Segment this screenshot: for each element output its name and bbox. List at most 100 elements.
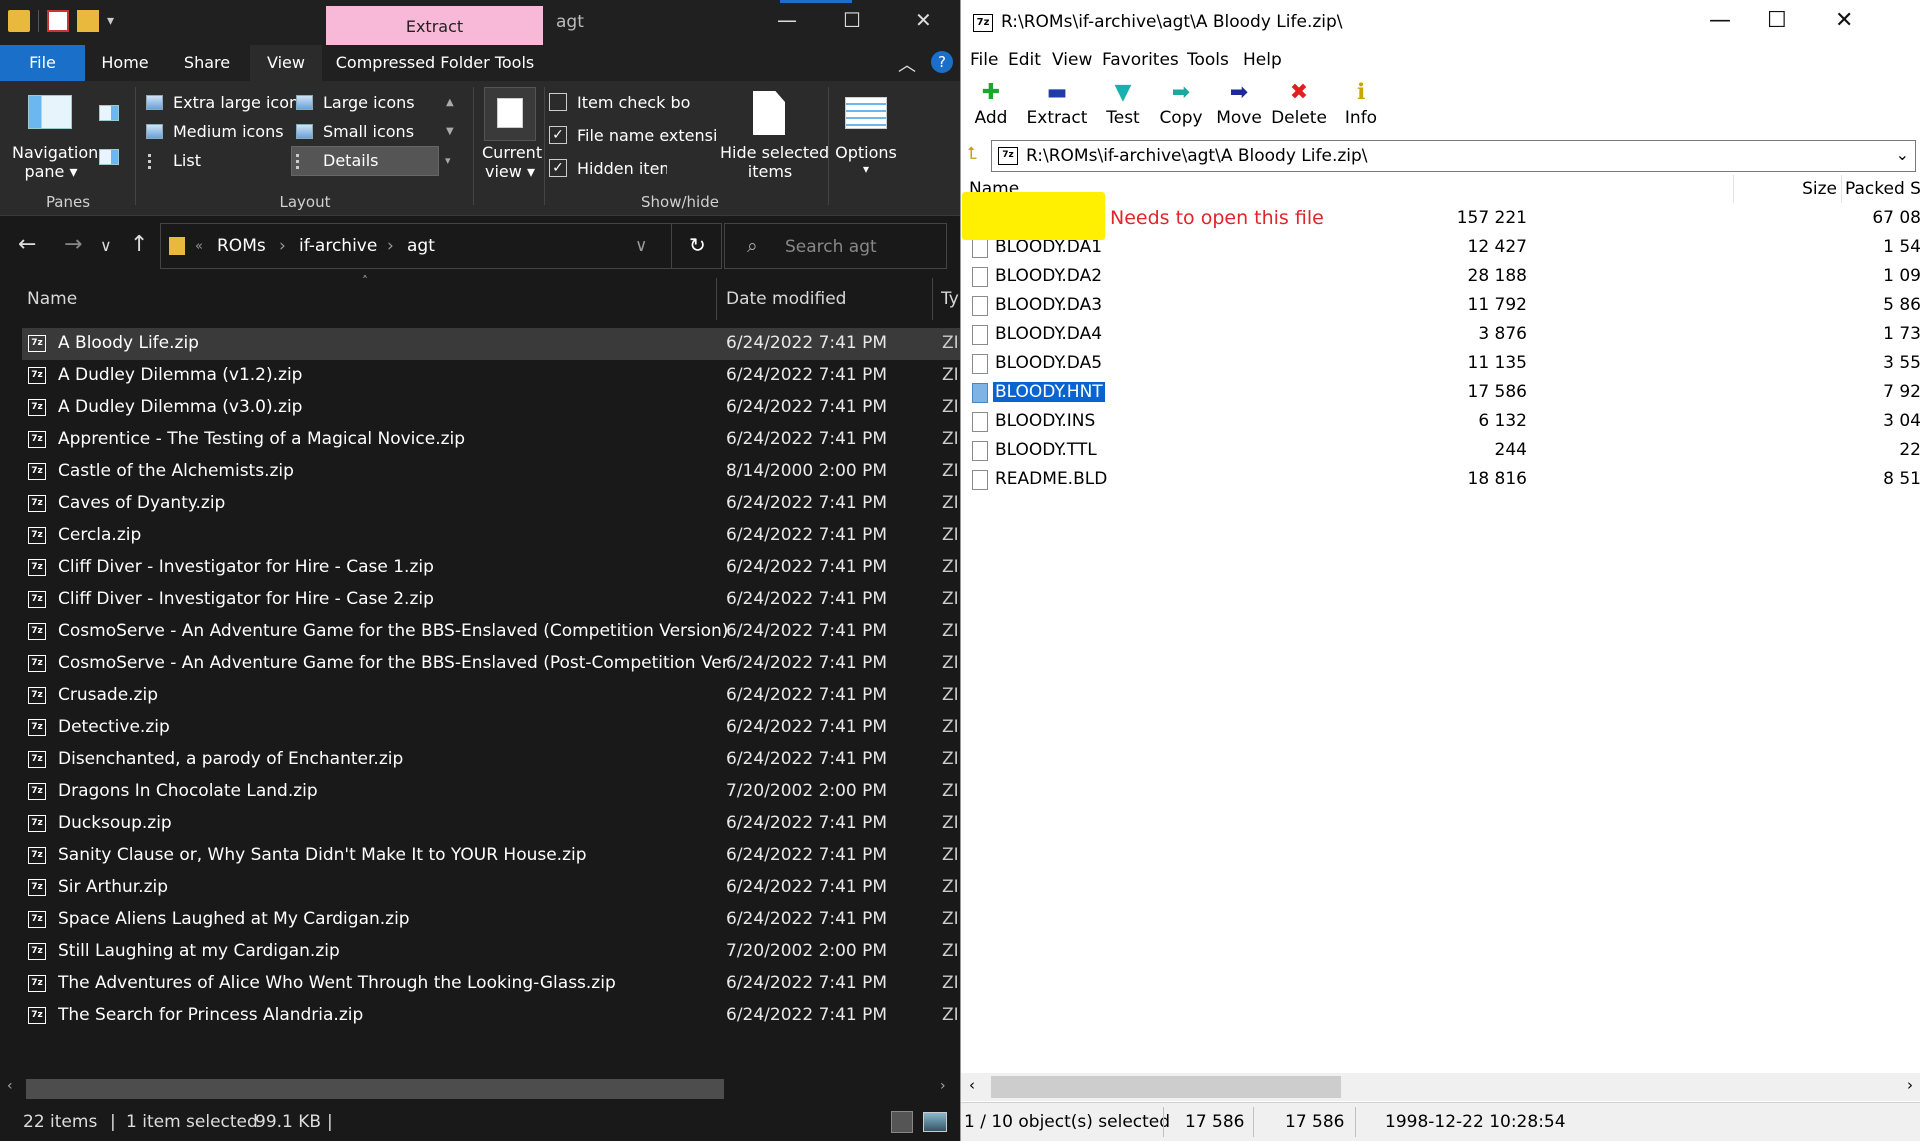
tab-share[interactable]: Share bbox=[172, 45, 242, 81]
table-row[interactable]: 7z Apprentice - The Testing of a Magical … bbox=[22, 424, 960, 456]
path-dropdown-icon[interactable]: ⌄ bbox=[1896, 145, 1909, 164]
table-row[interactable]: 7z Cliff Diver - Investigator for Hire - … bbox=[22, 552, 960, 584]
scroll-right-icon[interactable]: › bbox=[940, 1078, 946, 1094]
collapse-ribbon-icon[interactable]: ︿ bbox=[898, 51, 916, 77]
extract-context-tab[interactable]: Extract bbox=[326, 6, 543, 45]
layout-scroll-down-icon[interactable]: ▼ bbox=[446, 126, 454, 137]
column-header-name[interactable]: Name bbox=[27, 275, 707, 323]
table-row[interactable]: 7z Caves of Dyanty.zip 6/24/2022 7:41 PM ZI bbox=[22, 488, 960, 520]
recent-locations-chevron-icon[interactable]: ∨ bbox=[100, 236, 112, 255]
layout-extra-large-icons[interactable]: Extra large icons bbox=[173, 93, 307, 112]
table-row[interactable]: 7z CosmoServe - An Adventure Game for the… bbox=[22, 648, 960, 680]
breadcrumb[interactable]: « ROMs › if-archive › agt ∨ ↻ bbox=[160, 223, 722, 269]
preview-pane-icon[interactable] bbox=[99, 105, 119, 121]
tab-view[interactable]: View bbox=[250, 45, 322, 81]
forward-arrow-icon[interactable]: → bbox=[64, 232, 82, 257]
details-view-icon[interactable] bbox=[891, 1111, 913, 1133]
hidden-items-checkbox[interactable]: ✓ bbox=[549, 159, 567, 177]
table-row[interactable]: 7z Cliff Diver - Investigator for Hire - … bbox=[22, 584, 960, 616]
list-item[interactable]: BLOODY.DA3 11 792 5 86 bbox=[961, 292, 1920, 321]
column-separator[interactable] bbox=[1841, 175, 1842, 203]
navigation-pane-button[interactable]: Navigation pane ▾ bbox=[12, 143, 98, 181]
item-check-boxes-checkbox[interactable] bbox=[549, 93, 567, 111]
table-row[interactable]: 7z Sanity Clause or, Why Santa Didn't Mak… bbox=[22, 840, 960, 872]
breadcrumb-roms[interactable]: ROMs bbox=[217, 236, 266, 256]
list-item[interactable]: BLOODY.TTL 244 22 bbox=[961, 437, 1920, 466]
overflow-chevron-icon[interactable]: « bbox=[195, 239, 203, 254]
menu-file[interactable]: File bbox=[970, 50, 998, 70]
table-row[interactable]: 7z Still Laughing at my Cardigan.zip 7/20/… bbox=[22, 936, 960, 968]
table-row[interactable]: 7z CosmoServe - An Adventure Game for the… bbox=[22, 616, 960, 648]
table-row[interactable]: 7z Space Aliens Laughed at My Cardigan.zi… bbox=[22, 904, 960, 936]
table-row[interactable]: 7z Sir Arthur.zip 6/24/2022 7:41 PM ZI bbox=[22, 872, 960, 904]
scroll-left-icon[interactable]: ‹ bbox=[969, 1076, 975, 1094]
add-button[interactable]: ✚ Add bbox=[961, 78, 1021, 134]
up-arrow-icon[interactable]: ↑ bbox=[130, 232, 148, 257]
column-header-type[interactable]: Ty bbox=[941, 275, 960, 323]
minimize-icon[interactable]: — bbox=[777, 8, 797, 32]
column-separator[interactable] bbox=[716, 278, 717, 320]
close-icon[interactable]: ✕ bbox=[915, 8, 932, 32]
menu-edit[interactable]: Edit bbox=[1008, 50, 1041, 70]
breadcrumb-if-archive[interactable]: if-archive bbox=[299, 236, 377, 256]
move-button[interactable]: ➡ Move bbox=[1209, 78, 1269, 134]
scrollbar-thumb[interactable] bbox=[991, 1076, 1341, 1098]
options-button[interactable]: Options ▾ bbox=[834, 143, 898, 176]
maximize-icon[interactable]: ☐ bbox=[843, 8, 861, 32]
test-button[interactable]: ▼ Test bbox=[1093, 78, 1153, 134]
file-name-extensions-checkbox[interactable]: ✓ bbox=[549, 126, 567, 144]
table-row[interactable]: 7z Dragons In Chocolate Land.zip 7/20/2002… bbox=[22, 776, 960, 808]
menu-tools[interactable]: Tools bbox=[1187, 50, 1229, 70]
column-header-packed-size[interactable]: Packed Si. bbox=[1845, 175, 1920, 203]
large-icons-view-icon[interactable] bbox=[923, 1112, 947, 1132]
list-item[interactable]: BLOODY.DA4 3 876 1 73 bbox=[961, 321, 1920, 350]
maximize-icon[interactable]: ☐ bbox=[1767, 8, 1787, 33]
menu-view[interactable]: View bbox=[1052, 50, 1092, 70]
list-item[interactable]: BLOODY.DA1 12 427 1 54 bbox=[961, 234, 1920, 263]
back-arrow-icon[interactable]: ← bbox=[18, 232, 36, 257]
layout-list[interactable]: List bbox=[173, 151, 201, 170]
horizontal-scrollbar[interactable]: ‹ › bbox=[0, 1075, 960, 1103]
customize-qat-icon[interactable]: ▾ bbox=[107, 13, 114, 29]
list-item[interactable]: README.BLD 18 816 8 51 bbox=[961, 466, 1920, 495]
horizontal-scrollbar[interactable]: ‹ › bbox=[961, 1073, 1920, 1101]
menu-favorites[interactable]: Favorites bbox=[1102, 50, 1179, 70]
minimize-icon[interactable]: — bbox=[1709, 8, 1731, 33]
scroll-right-icon[interactable]: › bbox=[1907, 1076, 1913, 1094]
table-row[interactable]: 7z Castle of the Alchemists.zip 8/14/2000 … bbox=[22, 456, 960, 488]
table-row[interactable]: 7z A Dudley Dilemma (v1.2).zip 6/24/2022 7… bbox=[22, 360, 960, 392]
list-item[interactable]: BLOODY.INS 6 132 3 04 bbox=[961, 408, 1920, 437]
table-row[interactable]: 7z Ducksoup.zip 6/24/2022 7:41 PM ZI bbox=[22, 808, 960, 840]
scrollbar-thumb[interactable] bbox=[26, 1079, 724, 1099]
delete-button[interactable]: ✖ Delete bbox=[1267, 78, 1331, 134]
table-row[interactable]: 7z Detective.zip 6/24/2022 7:41 PM ZI bbox=[22, 712, 960, 744]
table-row[interactable]: 7z Cercla.zip 6/24/2022 7:41 PM ZI bbox=[22, 520, 960, 552]
close-icon[interactable]: ✕ bbox=[1835, 8, 1853, 33]
layout-small-icons[interactable]: Small icons bbox=[323, 122, 414, 141]
table-row[interactable]: 7z The Adventures of Alice Who Went Throu… bbox=[22, 968, 960, 1000]
menu-help[interactable]: Help bbox=[1243, 50, 1282, 70]
table-row[interactable]: 7z Disenchanted, a parody of Enchanter.zi… bbox=[22, 744, 960, 776]
list-item[interactable]: BLOODY.HNT 17 586 7 92 bbox=[961, 379, 1920, 408]
layout-more-icon[interactable]: ▾ bbox=[445, 154, 451, 167]
tab-compressed-folder-tools[interactable]: Compressed Folder Tools bbox=[330, 45, 540, 81]
table-row[interactable]: 7z Crusade.zip 6/24/2022 7:41 PM ZI bbox=[22, 680, 960, 712]
hide-selected-items-button[interactable]: Hide selected items bbox=[720, 143, 829, 181]
layout-large-icons[interactable]: Large icons bbox=[323, 93, 415, 112]
extract-button[interactable]: ▬ Extract bbox=[1021, 78, 1093, 134]
column-header-date-modified[interactable]: Date modified bbox=[726, 275, 926, 323]
column-separator[interactable] bbox=[1733, 175, 1734, 203]
details-pane-icon[interactable] bbox=[99, 149, 119, 165]
properties-icon[interactable] bbox=[47, 10, 69, 32]
path-combobox[interactable]: 7z R:\ROMs\if-archive\agt\A Bloody Life.… bbox=[991, 140, 1916, 172]
table-row[interactable]: 7z A Bloody Life.zip 6/24/2022 7:41 PM ZI bbox=[22, 328, 960, 360]
layout-medium-icons[interactable]: Medium icons bbox=[173, 122, 284, 141]
tab-home[interactable]: Home bbox=[92, 45, 158, 81]
address-dropdown-icon[interactable]: ∨ bbox=[635, 236, 647, 256]
refresh-icon[interactable]: ↻ bbox=[689, 233, 706, 257]
breadcrumb-agt[interactable]: agt bbox=[407, 236, 435, 256]
layout-scroll-up-icon[interactable]: ▲ bbox=[446, 97, 454, 108]
search-input[interactable]: ⌕ Search agt bbox=[724, 223, 947, 269]
folder-up-icon[interactable]: ⮤ bbox=[967, 144, 977, 164]
help-icon[interactable]: ? bbox=[931, 51, 953, 73]
